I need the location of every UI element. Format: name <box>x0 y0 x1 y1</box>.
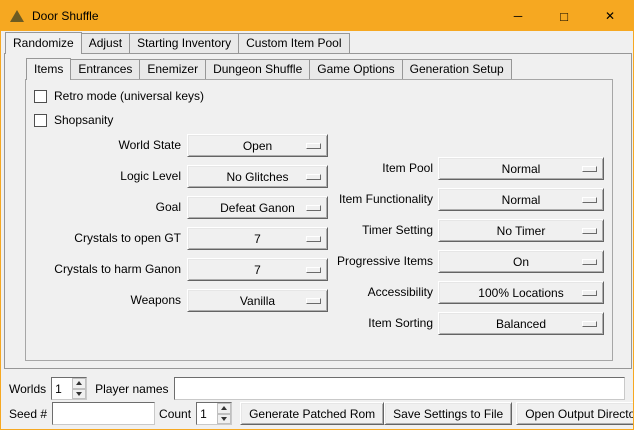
count-label: Count <box>159 407 191 421</box>
crystals-harm-ganon-label: Crystals to harm Ganon <box>25 258 181 281</box>
dropdown-indicator-icon <box>306 298 321 304</box>
dropdown-indicator-icon <box>306 143 321 149</box>
player-names-input[interactable] <box>174 377 626 400</box>
dropdown-indicator-icon <box>306 174 321 180</box>
item-sorting-dropdown[interactable]: Balanced <box>438 312 604 335</box>
generate-patched-rom-button[interactable]: Generate Patched Rom <box>240 402 384 425</box>
worlds-row: Worlds Player names <box>9 377 625 400</box>
crystals-open-gt-label: Crystals to open GT <box>25 227 181 250</box>
crystals-harm-ganon-value: 7 <box>254 263 261 277</box>
weapons-dropdown[interactable]: Vanilla <box>187 289 328 312</box>
dropdown-indicator-icon <box>306 267 321 273</box>
world-state-value: Open <box>243 139 272 153</box>
retro-mode-checkbox[interactable] <box>34 90 47 103</box>
goal-label: Goal <box>25 196 181 219</box>
worlds-spin-down-button[interactable] <box>72 389 86 400</box>
item-sorting-label: Item Sorting <box>311 312 433 335</box>
items-tab-content: Retro mode (universal keys) Shopsanity W… <box>1 1 633 429</box>
save-settings-button[interactable]: Save Settings to File <box>384 402 512 425</box>
world-state-dropdown[interactable]: Open <box>187 134 328 157</box>
dropdown-indicator-icon <box>306 236 321 242</box>
goal-dropdown[interactable]: Defeat Ganon <box>187 196 328 219</box>
shopsanity-checkbox[interactable] <box>34 114 47 127</box>
crystals-open-gt-value: 7 <box>254 232 261 246</box>
weapons-label: Weapons <box>25 289 181 312</box>
dropdown-indicator-icon <box>582 321 597 327</box>
worlds-spin-up-button[interactable] <box>72 378 86 389</box>
crystals-harm-ganon-dropdown[interactable]: 7 <box>187 258 328 281</box>
seed-row: Seed # Count Generate Patched Rom Save S… <box>9 402 627 425</box>
retro-mode-label: Retro mode (universal keys) <box>54 89 204 103</box>
player-names-label: Player names <box>95 382 168 396</box>
logic-level-dropdown[interactable]: No Glitches <box>187 165 328 188</box>
seed-label: Seed # <box>9 407 47 421</box>
worlds-spinner <box>51 377 87 400</box>
spin-up-icon <box>221 406 227 410</box>
spin-up-icon <box>76 381 82 385</box>
count-spinner-input[interactable] <box>197 403 217 424</box>
shopsanity-row: Shopsanity <box>34 113 113 127</box>
retro-mode-row: Retro mode (universal keys) <box>34 89 204 103</box>
count-spin-down-button[interactable] <box>217 414 231 425</box>
shopsanity-label: Shopsanity <box>54 113 113 127</box>
door-shuffle-window: Door Shuffle ─ □ ✕ Randomize Adjust Star… <box>0 0 634 430</box>
world-state-label: World State <box>25 134 181 157</box>
goal-value: Defeat Ganon <box>220 201 295 215</box>
worlds-spinner-input[interactable] <box>52 378 72 399</box>
weapons-value: Vanilla <box>240 294 275 308</box>
count-spinner-buttons <box>217 403 231 424</box>
crystals-open-gt-dropdown[interactable]: 7 <box>187 227 328 250</box>
logic-level-label: Logic Level <box>25 165 181 188</box>
count-spin-up-button[interactable] <box>217 403 231 414</box>
item-sorting-value: Balanced <box>496 317 546 331</box>
seed-input[interactable] <box>52 402 155 425</box>
worlds-spinner-buttons <box>72 378 86 399</box>
logic-level-value: No Glitches <box>226 170 288 184</box>
spin-down-icon <box>221 417 227 421</box>
worlds-label: Worlds <box>9 382 46 396</box>
dropdown-indicator-icon <box>306 205 321 211</box>
count-spinner <box>196 402 232 425</box>
spin-down-icon <box>76 392 82 396</box>
open-output-directory-button[interactable]: Open Output Directory <box>516 402 634 425</box>
